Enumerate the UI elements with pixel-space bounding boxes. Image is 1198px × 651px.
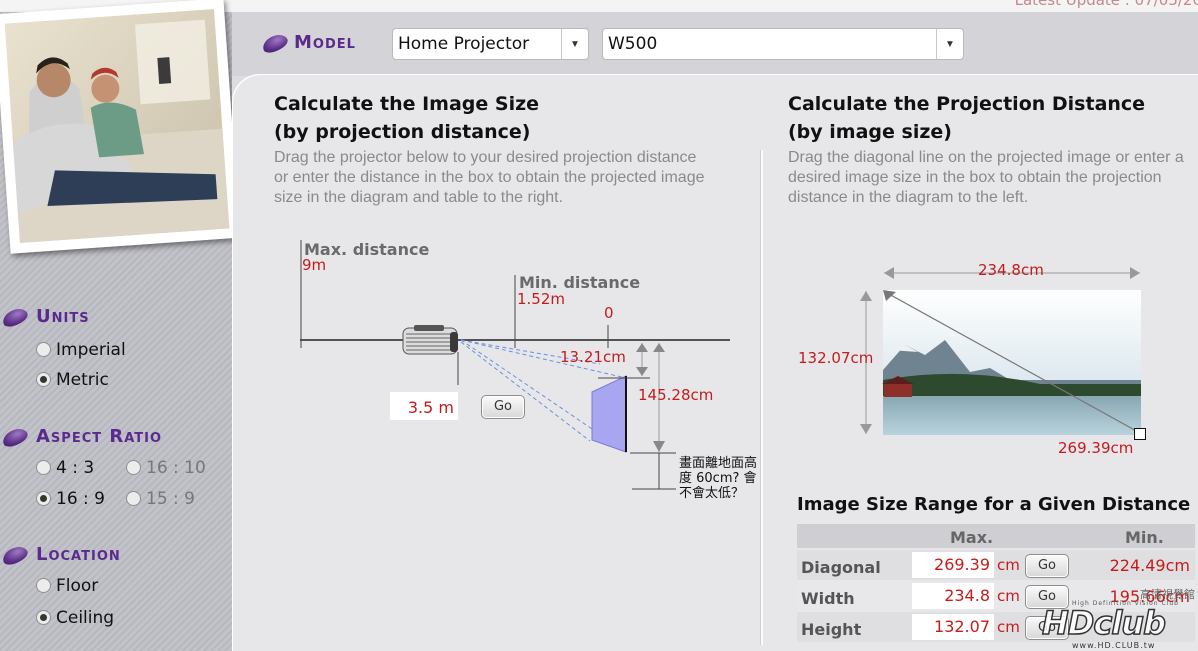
diagonal-go-button[interactable]: Go bbox=[1025, 554, 1069, 578]
width-max-input[interactable]: 234.8 bbox=[912, 583, 994, 609]
width-unit: cm bbox=[997, 587, 1020, 605]
image-diagonal-value: 269.39cm bbox=[1058, 439, 1134, 457]
row-label-width: Width bbox=[801, 589, 855, 608]
table-title: Image Size Range for a Given Distance bbox=[797, 494, 1191, 515]
height-max-input[interactable]: 132.07 bbox=[912, 614, 994, 640]
col-min-header: Min. bbox=[1125, 528, 1164, 547]
diagonal-drag-handle[interactable] bbox=[1134, 428, 1146, 440]
watermark-cjk: 高清視覺館 bbox=[1140, 588, 1195, 601]
col-max-header: Max. bbox=[950, 528, 994, 547]
image-height-label: 132.07cm bbox=[798, 349, 874, 367]
watermark-logo: HDclub bbox=[1041, 603, 1166, 643]
height-unit: cm bbox=[997, 618, 1020, 636]
diagonal-unit: cm bbox=[997, 556, 1020, 574]
diagonal-max-input[interactable]: 269.39 bbox=[912, 552, 994, 578]
row-label-height: Height bbox=[801, 620, 862, 639]
diagonal-min-value: 224.49cm bbox=[1109, 556, 1190, 575]
image-width-value: 234.8cm bbox=[978, 261, 1044, 279]
row-label-diagonal: Diagonal bbox=[801, 558, 881, 577]
watermark-url: www.HD.CLUB.tw bbox=[1072, 641, 1156, 650]
